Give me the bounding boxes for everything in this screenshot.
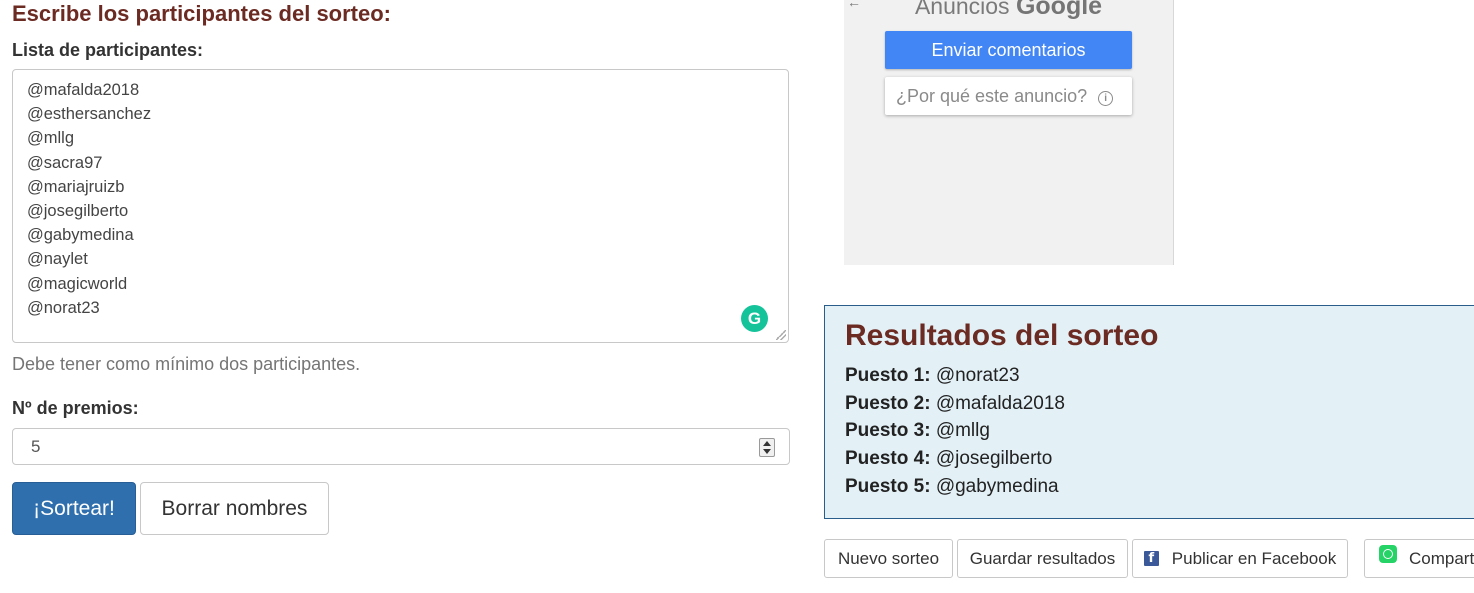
- why-this-ad-label: ¿Por qué este anuncio?: [896, 86, 1088, 106]
- results-panel: Resultados del sorteo Puesto 1: @norat23…: [824, 305, 1474, 519]
- ad-heading-prefix: Anuncios: [914, 0, 1010, 19]
- participant-line: @mariajruizb: [27, 177, 125, 196]
- clear-names-button[interactable]: Borrar nombres: [140, 482, 329, 535]
- participant-line: @gabymedina: [27, 226, 134, 245]
- spinner-up-icon[interactable]: [763, 441, 771, 446]
- google-ad-panel: ← Anuncios Google Enviar comentarios ¿Po…: [844, 0, 1174, 265]
- draw-button[interactable]: ¡Sortear!: [12, 482, 136, 535]
- result-value: @norat23: [935, 365, 1020, 386]
- info-icon: i: [1098, 91, 1114, 106]
- result-label: Puesto 2:: [845, 392, 931, 414]
- share-facebook-button[interactable]: f Publicar en Facebook: [1132, 539, 1348, 578]
- prizes-number-input[interactable]: 5: [12, 428, 790, 465]
- result-label: Puesto 3:: [845, 420, 931, 442]
- result-value: @mafalda2018: [935, 392, 1065, 414]
- why-this-ad-button[interactable]: ¿Por qué este anuncio? i: [885, 77, 1132, 115]
- spinner-down-icon[interactable]: [763, 449, 771, 454]
- result-value: @mllg: [935, 420, 990, 442]
- participants-help-text: Debe tener como mínimo dos participantes…: [12, 354, 361, 374]
- new-draw-button[interactable]: Nuevo sorteo: [824, 539, 953, 578]
- result-value: @gabymedina: [935, 475, 1059, 497]
- ad-heading-brand: Google: [1015, 0, 1103, 20]
- result-row: Puesto 3: @mllg: [845, 417, 1065, 445]
- participant-line: @magicworld: [27, 274, 128, 293]
- participants-list-label: Lista de participantes:: [12, 40, 204, 60]
- participant-line: @mafalda2018: [27, 81, 140, 99]
- save-results-button[interactable]: Guardar resultados: [957, 539, 1128, 578]
- result-label: Puesto 1:: [845, 365, 931, 386]
- send-feedback-button[interactable]: Enviar comentarios: [885, 31, 1132, 69]
- grammarly-icon[interactable]: G: [741, 305, 768, 332]
- prizes-label: Nº de premios:: [12, 398, 139, 418]
- result-row: Puesto 4: @josegilberto: [845, 445, 1065, 473]
- participant-line: @norat23: [27, 298, 100, 317]
- result-value: @josegilberto: [935, 448, 1053, 470]
- ad-heading: Anuncios Google: [844, 0, 1173, 21]
- result-label: Puesto 5:: [845, 475, 931, 497]
- result-row: Puesto 2: @mafalda2018: [845, 390, 1065, 418]
- result-row: Puesto 1: @norat23: [845, 362, 1065, 390]
- resize-handle-icon[interactable]: [776, 330, 786, 340]
- whatsapp-icon: [1379, 545, 1397, 563]
- participant-line: @naylet: [27, 250, 88, 269]
- results-title: Resultados del sorteo: [845, 319, 1159, 352]
- facebook-icon: f: [1143, 551, 1159, 566]
- participant-line: @josegilberto: [27, 202, 129, 221]
- result-label: Puesto 4:: [845, 448, 931, 470]
- prizes-value: 5: [31, 437, 41, 456]
- results-list: Puesto 1: @norat23 Puesto 2: @mafalda201…: [845, 362, 1065, 501]
- participant-line: @mllg: [27, 129, 75, 148]
- share-whatsapp-label: Compartir: [1409, 549, 1474, 568]
- share-facebook-label: Publicar en Facebook: [1171, 549, 1337, 568]
- participant-line: @esthersanchez: [27, 105, 152, 124]
- result-row: Puesto 5: @gabymedina: [845, 473, 1065, 501]
- number-spinner[interactable]: [759, 438, 775, 457]
- form-title: Escribe los participantes del sorteo:: [12, 1, 392, 26]
- share-whatsapp-button[interactable]: Compartir: [1364, 539, 1474, 578]
- participant-line: @sacra97: [27, 153, 103, 172]
- participants-textarea[interactable]: @mafalda2018 @esthersanchez @mllg @sacra…: [12, 69, 789, 343]
